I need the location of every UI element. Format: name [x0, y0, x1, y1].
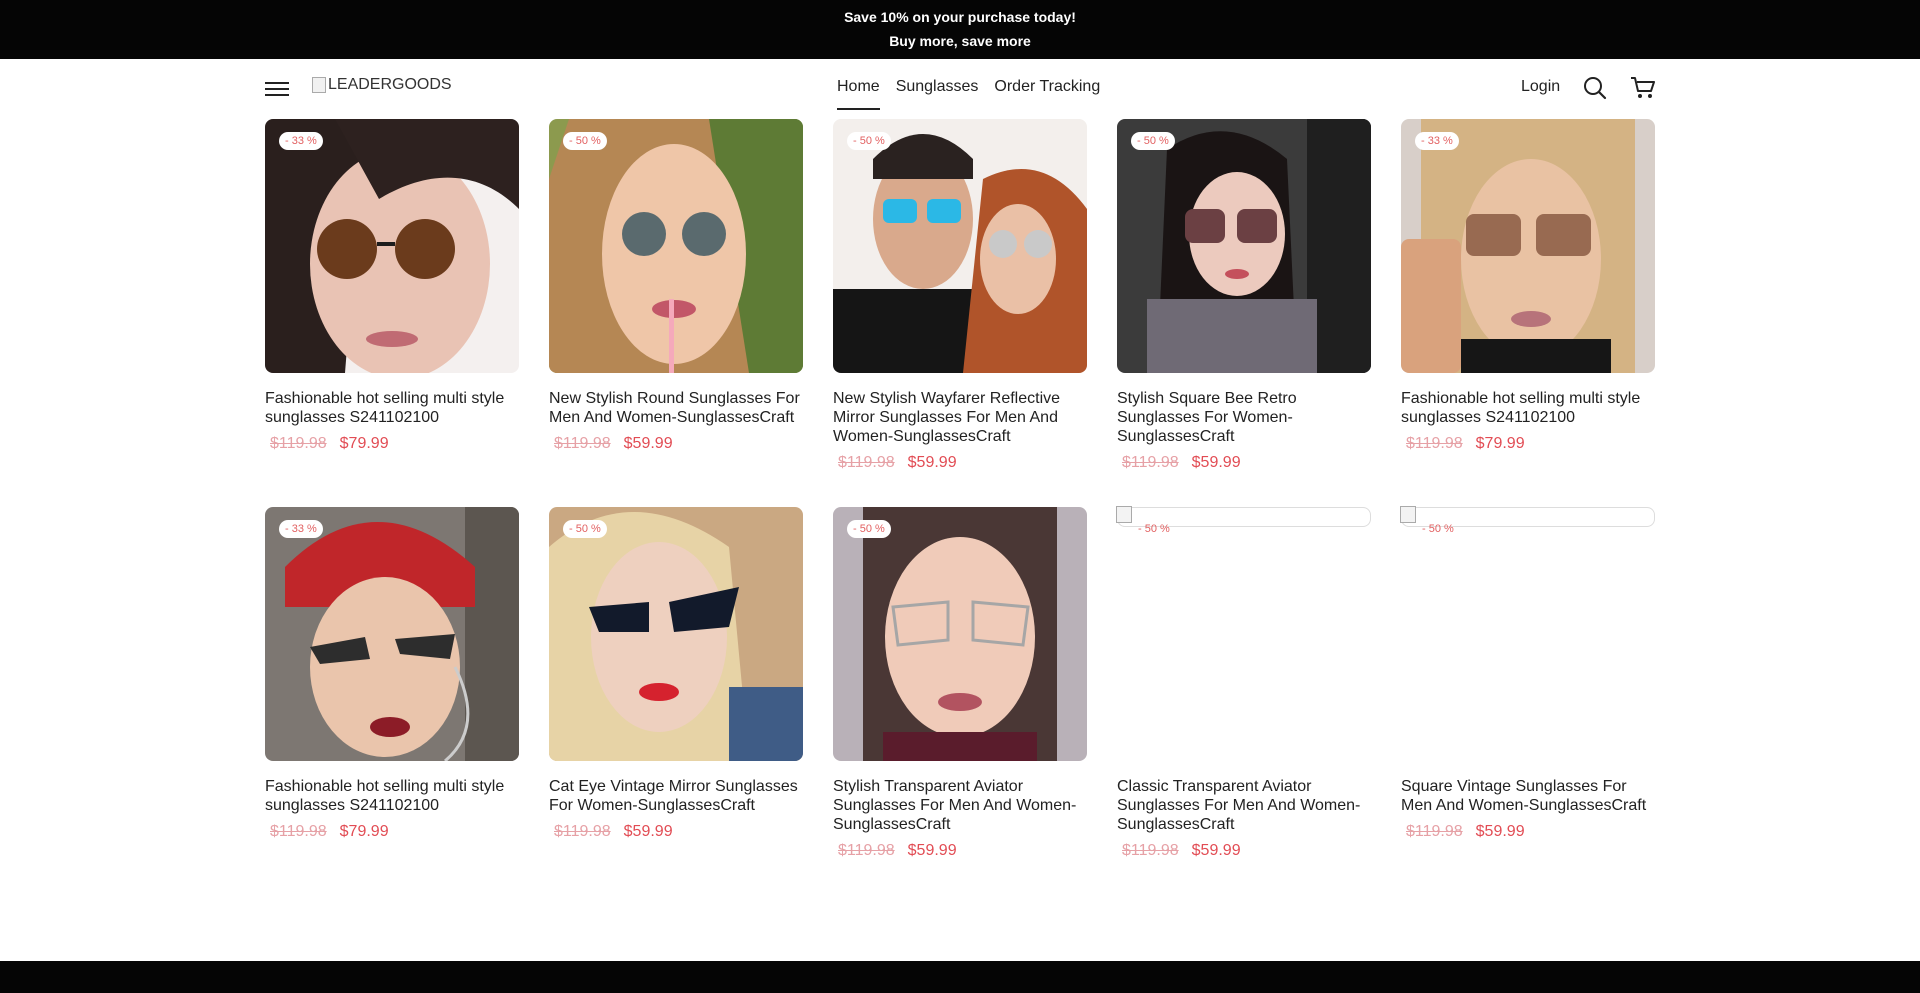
product-card[interactable]: - 50 % Cat Eye Vintage Mirror Sunglasses… [549, 507, 803, 841]
old-price: $119.98 [1122, 842, 1179, 859]
cart-icon[interactable] [1630, 75, 1656, 101]
discount-badge: - 50 % [563, 132, 607, 150]
product-image[interactable]: - 33 % [265, 507, 519, 761]
product-prices: $119.98 $59.99 [1117, 842, 1371, 860]
product-card[interactable]: - 33 % Fashionable hot selling multi sty… [265, 507, 519, 841]
product-title[interactable]: Stylish Transparent Aviator Sunglasses F… [833, 777, 1087, 834]
product-image[interactable]: - 50 % [833, 507, 1087, 761]
product-title[interactable]: Fashionable hot selling multi style sung… [265, 777, 519, 815]
product-card[interactable]: - 50 % New Stylish Wayfarer Reflective M… [833, 119, 1087, 472]
product-title[interactable]: Fashionable hot selling multi style sung… [1401, 389, 1655, 427]
product-prices: $119.98 $59.99 [549, 823, 803, 841]
logo[interactable]: LEADERGOODS [312, 74, 452, 96]
old-price: $119.98 [270, 435, 327, 452]
product-image[interactable]: - 50 % [549, 119, 803, 373]
product-title[interactable]: Square Vintage Sunglasses For Men And Wo… [1401, 777, 1655, 815]
sale-price: $79.99 [1475, 435, 1525, 452]
logo-text: LEADERGOODS [328, 76, 452, 93]
announcement-bar: Save 10% on your purchase today! Buy mor… [0, 0, 1920, 59]
announcement-line-2: Buy more, save more [889, 33, 1031, 49]
product-prices: $119.98 $79.99 [1401, 435, 1655, 453]
old-price: $119.98 [1406, 823, 1463, 840]
product-title[interactable]: Stylish Square Bee Retro Sunglasses For … [1117, 389, 1371, 446]
product-title[interactable]: Fashionable hot selling multi style sung… [265, 389, 519, 427]
product-title[interactable]: Classic Transparent Aviator Sunglasses F… [1117, 777, 1371, 834]
main-nav: Home Sunglasses Order Tracking [837, 78, 1100, 110]
sale-price: $59.99 [907, 454, 957, 471]
sale-price: $59.99 [623, 435, 673, 452]
old-price: $119.98 [838, 454, 895, 471]
product-prices: $119.98 $59.99 [1117, 454, 1371, 472]
product-prices: $119.98 $79.99 [265, 435, 519, 453]
product-grid: - 33 % Fashionable hot selling multi sty… [265, 119, 1655, 879]
announcement-line-1: Save 10% on your purchase today! [844, 9, 1076, 25]
product-title[interactable]: New Stylish Round Sunglasses For Men And… [549, 389, 803, 427]
product-card[interactable]: - 33 % Fashionable hot selling multi sty… [1401, 119, 1655, 453]
product-image[interactable]: - 50 % [1116, 506, 1371, 535]
product-prices: $119.98 $59.99 [833, 454, 1087, 472]
product-card[interactable]: - 33 % Fashionable hot selling multi sty… [265, 119, 519, 453]
product-image[interactable]: - 33 % [1401, 119, 1655, 373]
product-card[interactable]: - 50 % Stylish Square Bee Retro Sunglass… [1117, 119, 1371, 472]
old-price: $119.98 [270, 823, 327, 840]
discount-badge: - 50 % [847, 132, 891, 150]
discount-badge: - 50 % [1138, 523, 1170, 535]
product-image[interactable]: - 33 % [265, 119, 519, 373]
sale-price: $59.99 [1191, 454, 1241, 471]
product-card[interactable]: - 50 % Classic Transparent Aviator Sungl… [1116, 506, 1371, 860]
product-prices: $119.98 $59.99 [833, 842, 1087, 860]
product-card[interactable]: - 50 % New Stylish Round Sunglasses For … [549, 119, 803, 453]
login-link[interactable]: Login [1521, 78, 1560, 96]
product-image[interactable]: - 50 % [833, 119, 1087, 373]
old-price: $119.98 [1406, 435, 1463, 452]
menu-icon[interactable] [265, 79, 289, 99]
sale-price: $59.99 [1191, 842, 1241, 859]
broken-image-icon [1400, 506, 1416, 523]
discount-badge: - 50 % [1131, 132, 1175, 150]
product-title[interactable]: Cat Eye Vintage Mirror Sunglasses For Wo… [549, 777, 803, 815]
discount-badge: - 50 % [563, 520, 607, 538]
product-card[interactable]: - 50 % Stylish Transparent Aviator Sungl… [833, 507, 1087, 860]
product-image[interactable]: - 50 % [549, 507, 803, 761]
search-icon[interactable] [1582, 75, 1608, 101]
old-price: $119.98 [554, 435, 611, 452]
old-price: $119.98 [1122, 454, 1179, 471]
discount-badge: - 33 % [279, 132, 323, 150]
sale-price: $79.99 [339, 823, 389, 840]
nav-home[interactable]: Home [837, 78, 880, 110]
nav-sunglasses[interactable]: Sunglasses [896, 78, 979, 102]
product-title[interactable]: New Stylish Wayfarer Reflective Mirror S… [833, 389, 1087, 446]
product-card[interactable]: - 50 % Square Vintage Sunglasses For Men… [1400, 506, 1655, 841]
broken-image-icon [312, 77, 326, 93]
site-header: LEADERGOODS Home Sunglasses Order Tracki… [0, 59, 1920, 119]
sale-price: $59.99 [623, 823, 673, 840]
old-price: $119.98 [554, 823, 611, 840]
broken-image-icon [1116, 506, 1132, 523]
product-prices: $119.98 $59.99 [549, 435, 803, 453]
sale-price: $59.99 [907, 842, 957, 859]
discount-badge: - 50 % [847, 520, 891, 538]
discount-badge: - 50 % [1422, 523, 1454, 535]
discount-badge: - 33 % [1415, 132, 1459, 150]
old-price: $119.98 [838, 842, 895, 859]
product-prices: $119.98 $79.99 [265, 823, 519, 841]
sale-price: $59.99 [1475, 823, 1525, 840]
sale-price: $79.99 [339, 435, 389, 452]
product-prices: $119.98 $59.99 [1401, 823, 1655, 841]
nav-order-tracking[interactable]: Order Tracking [994, 78, 1100, 102]
footer [0, 961, 1920, 993]
discount-badge: - 33 % [279, 520, 323, 538]
product-image[interactable]: - 50 % [1400, 506, 1655, 535]
product-image[interactable]: - 50 % [1117, 119, 1371, 373]
